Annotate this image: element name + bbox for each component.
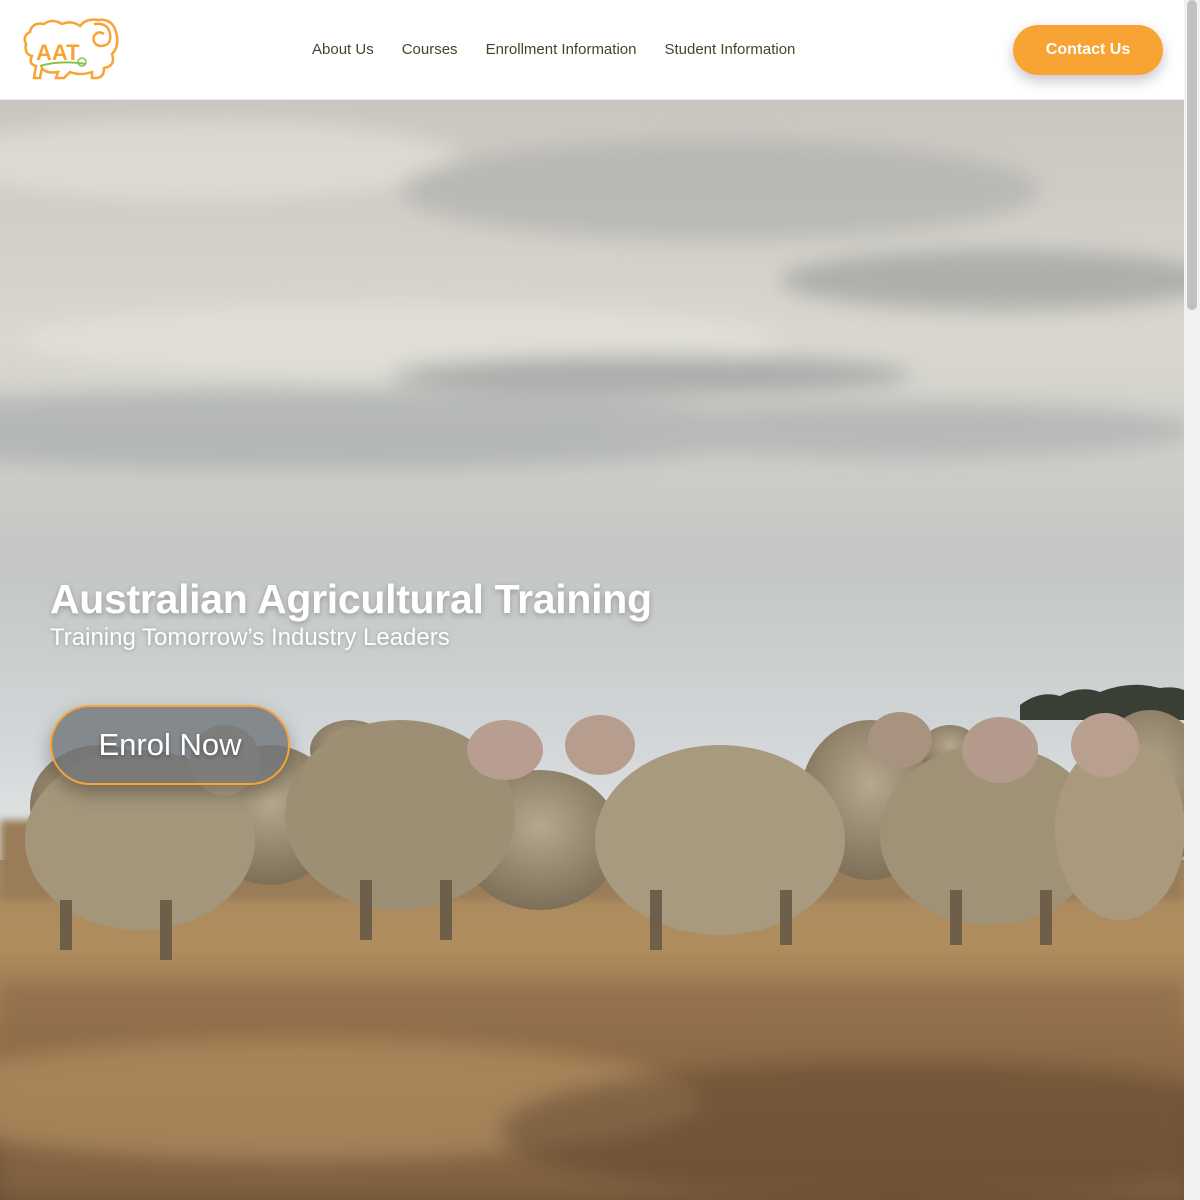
nav-courses[interactable]: Courses [402, 41, 458, 58]
contact-us-button[interactable]: Contact Us [1013, 25, 1163, 75]
sheep-logo-icon: AAT [23, 18, 119, 80]
nav-about-us[interactable]: About Us [312, 41, 374, 58]
main-nav: About Us Courses Enrollment Information … [298, 0, 809, 99]
vertical-scrollbar[interactable] [1184, 0, 1200, 1200]
nav-student-information[interactable]: Student Information [664, 41, 795, 58]
enrol-now-button[interactable]: Enrol Now [50, 705, 290, 785]
scrollbar-thumb[interactable] [1187, 0, 1197, 310]
logo[interactable]: AAT [20, 16, 120, 82]
logo-text: AAT [36, 40, 80, 65]
nav-enrollment-information[interactable]: Enrollment Information [486, 41, 637, 58]
site-header: AAT About Us Courses Enrollment Informat… [0, 0, 1184, 100]
hero-section: Australian Agricultural Training Trainin… [0, 100, 1184, 1200]
hero-subtitle: Training Tomorrow’s Industry Leaders [50, 624, 450, 651]
hero-title: Australian Agricultural Training [50, 576, 652, 622]
